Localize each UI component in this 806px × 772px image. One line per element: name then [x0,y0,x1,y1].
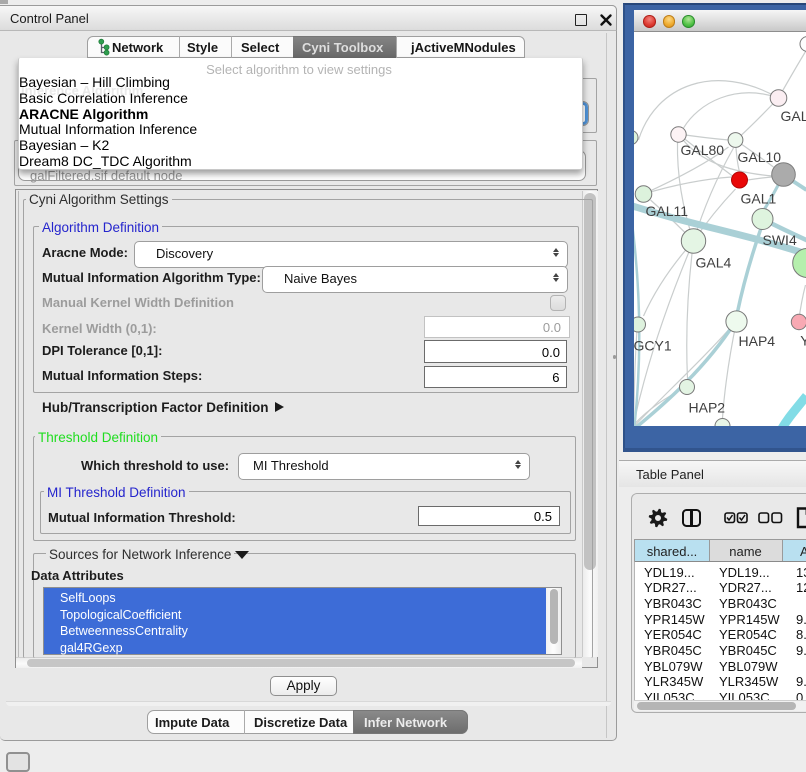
svg-text:HAP4: HAP4 [738,333,775,349]
svg-text:GAL2: GAL2 [780,108,806,124]
svg-text:GAL1: GAL1 [740,191,776,207]
svg-text:Y: Y [800,333,806,349]
svg-text:GAL80: GAL80 [680,142,724,158]
svg-text:GAL11: GAL11 [645,203,688,219]
svg-text:GCY1: GCY1 [634,338,672,354]
svg-text:HAP2: HAP2 [688,400,725,416]
svg-text:GAL4: GAL4 [695,255,731,271]
svg-text:GAL10: GAL10 [737,149,781,165]
svg-text:SWI4: SWI4 [762,232,796,248]
